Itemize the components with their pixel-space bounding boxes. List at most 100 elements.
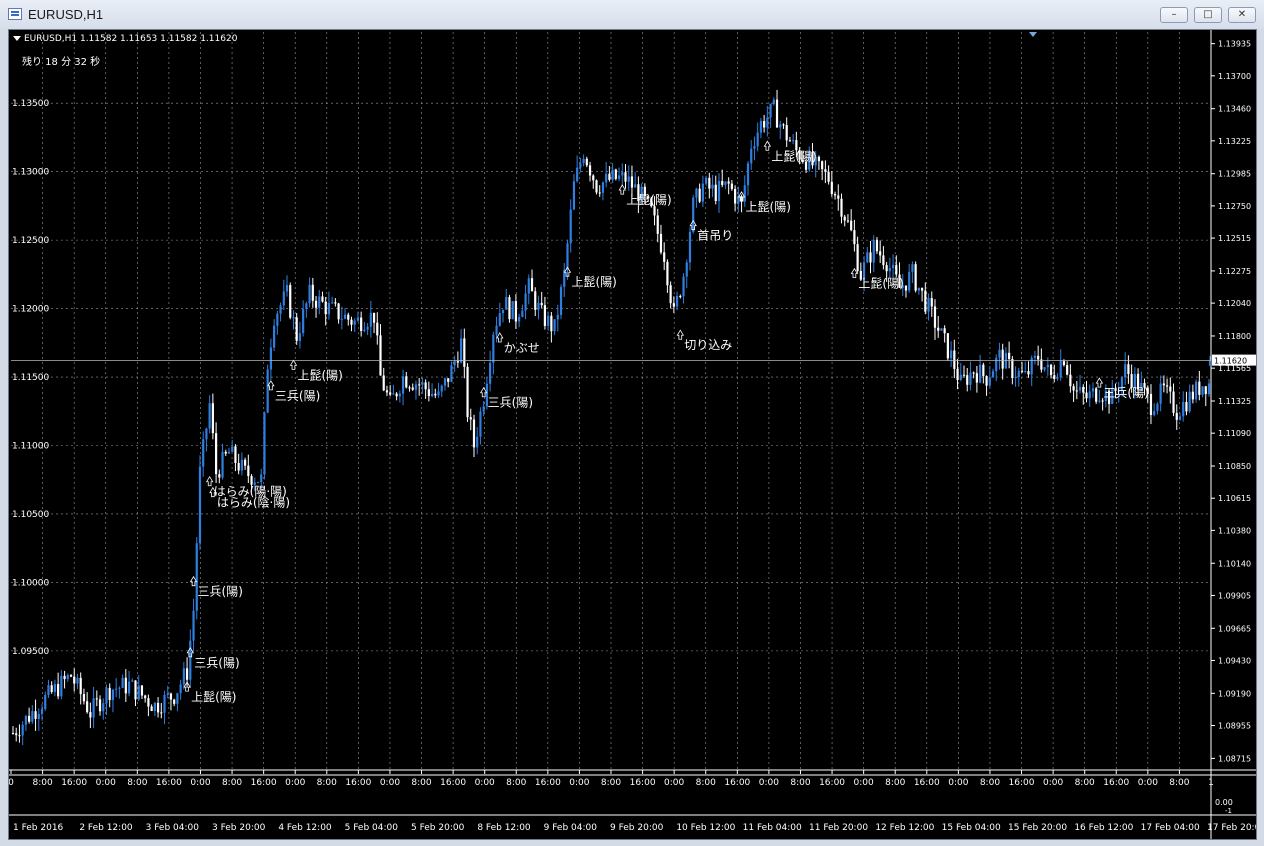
candle-body [285, 285, 289, 292]
candle-body [714, 184, 717, 202]
candle-body [756, 132, 759, 147]
minimize-button[interactable]: – [1160, 7, 1188, 23]
time-tick-label: 8:00 [222, 778, 242, 788]
right-price-label: 1.12040 [1218, 299, 1251, 308]
candle-body [530, 278, 534, 292]
candle-body [324, 301, 327, 315]
pattern-label: 上髭(陽) [858, 277, 903, 291]
candle-body [53, 684, 57, 692]
left-price-label: 1.13000 [12, 168, 49, 178]
candle-body [331, 302, 334, 304]
candle-body [40, 709, 44, 714]
candle-body [608, 173, 611, 180]
pattern-label: 三兵(陽) [275, 389, 320, 403]
chart-window-icon [8, 8, 22, 20]
up-arrow-icon [267, 380, 275, 391]
candle-body [137, 685, 140, 700]
candle-body [598, 192, 601, 194]
candle-body [382, 375, 385, 391]
candle-body [1195, 381, 1198, 400]
subwindow-value-label: 0.00 [1215, 798, 1233, 807]
candle-body [92, 698, 95, 718]
time-tick-label: 8:00 [696, 778, 716, 788]
candle-body [37, 713, 40, 719]
candle-body [769, 104, 772, 118]
candle-body [924, 290, 927, 312]
chart-area[interactable]: 0 8:00 16:00 0:00 8:00 16:00 0:00 8:00 16:00 0:00… [8, 29, 1257, 840]
candle-body [321, 296, 324, 302]
price-chart[interactable]: 0 8:00 16:00 0:00 8:00 16:00 0:00 8:00 16:00 0:00… [9, 30, 1256, 839]
candle-body [704, 177, 708, 184]
candle-body [73, 676, 76, 684]
candle-body [408, 387, 411, 389]
candle-body [782, 124, 785, 126]
candle-body [837, 195, 840, 199]
candle-body [127, 681, 131, 694]
candle-body [698, 188, 701, 202]
candle-body [492, 334, 495, 363]
candle-body [227, 451, 231, 454]
candle-body [418, 384, 421, 386]
candle-body [401, 376, 405, 394]
time-tick-label: 8:00 [1075, 778, 1095, 788]
candle-body [327, 303, 331, 315]
bar-remaining-time: 残り 18 分 32 秒 [22, 57, 101, 68]
pattern-label: 三兵(陽) [488, 396, 533, 410]
date-label: 11 Feb 20:00 [809, 823, 868, 833]
symbol-line: EURUSD,H1 1.11582 1.11653 1.11582 1.1162… [24, 34, 238, 44]
candle-body [659, 233, 663, 253]
candle-body [60, 675, 63, 697]
candle-body [695, 188, 698, 198]
candle-body [1033, 355, 1037, 358]
candle-body [759, 121, 763, 133]
candle-body [991, 371, 995, 378]
candle-body [144, 695, 147, 699]
candle-body [1059, 361, 1062, 378]
candle-body [476, 436, 479, 448]
candle-body [411, 387, 414, 390]
candle-body [334, 302, 337, 304]
candle-body [501, 309, 505, 314]
time-tick-label: 16:00 [724, 778, 750, 788]
candle-body [118, 687, 121, 689]
candle-body [537, 302, 540, 310]
date-label: 8 Feb 12:00 [477, 823, 531, 833]
time-tick-label: 8:00 [317, 778, 337, 788]
time-tick-label: 16:00 [1009, 778, 1035, 788]
left-price-label: 1.11000 [12, 441, 49, 451]
date-label: 10 Feb 12:00 [676, 823, 735, 833]
time-tick-label: 16:00 [345, 778, 371, 788]
maximize-button[interactable]: □ [1194, 7, 1222, 23]
pattern-label: 三兵(陽) [198, 585, 243, 599]
candle-body [962, 374, 966, 376]
candle-body [450, 365, 453, 382]
candle-body [585, 158, 588, 166]
time-tick-label: 0:00 [948, 778, 968, 788]
candle-body [792, 140, 795, 142]
pattern-label: 首吊り [697, 229, 733, 243]
candle-body [356, 317, 360, 321]
candle-body [95, 698, 98, 700]
candle-body [134, 680, 137, 700]
candle-body [895, 264, 898, 275]
candle-body [885, 265, 888, 272]
time-tick-label: 8:00 [601, 778, 621, 788]
dropdown-triangle-icon[interactable] [13, 36, 21, 41]
time-tick-label: 8:00 [506, 778, 526, 788]
candle-body [1127, 364, 1130, 375]
candle-body [1046, 364, 1049, 368]
candle-body [882, 255, 885, 266]
date-label: 16 Feb 12:00 [1074, 823, 1133, 833]
candle-body [169, 693, 173, 700]
candle-body [753, 146, 756, 149]
candle-body [305, 303, 308, 310]
candle-body [1188, 391, 1191, 412]
close-button[interactable]: ✕ [1228, 7, 1256, 23]
date-label: 2 Feb 12:00 [79, 823, 133, 833]
candle-body [18, 735, 21, 737]
candle-body [1024, 371, 1027, 373]
candle-body [350, 319, 353, 325]
candle-body [663, 252, 666, 262]
candle-body [850, 220, 853, 231]
candle-body [588, 165, 592, 176]
